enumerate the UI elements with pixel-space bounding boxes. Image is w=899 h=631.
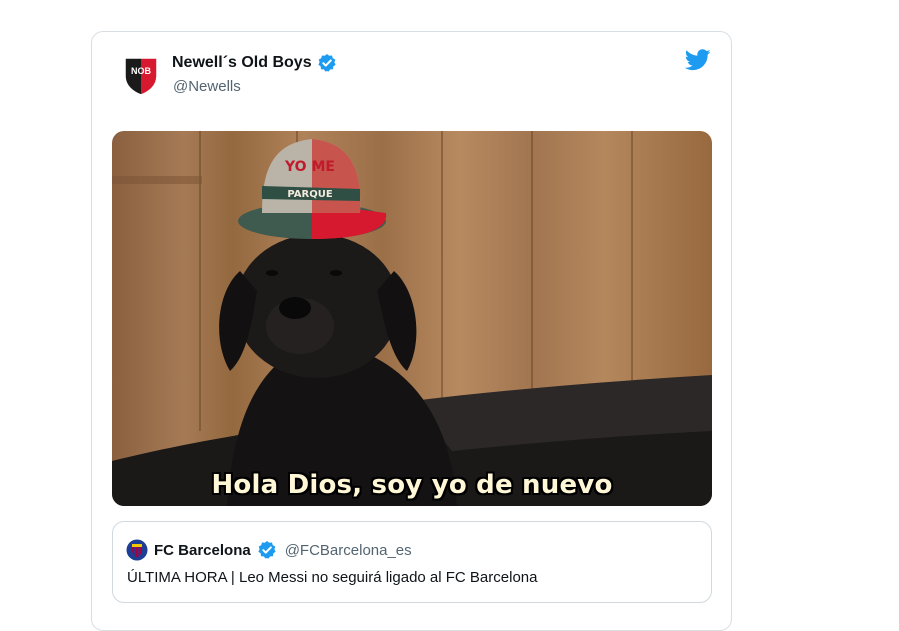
quoted-tweet-card[interactable]: FC Barcelona @FCBarcelona_es ÚLTIMA HORA…	[112, 521, 712, 603]
tweet-card[interactable]: NOB Newell´s Old Boys @Newells YO ME PAR…	[91, 31, 732, 631]
quoted-author-name[interactable]: FC Barcelona	[154, 542, 251, 559]
svg-text:YO ME: YO ME	[284, 159, 335, 175]
verified-badge-icon	[257, 540, 277, 560]
tweet-media-gif[interactable]: YO ME PARQUE Hola Dios, soy yo de nuevo	[112, 131, 712, 506]
verified-badge-icon	[317, 53, 337, 73]
author-handle[interactable]: @Newells	[173, 78, 241, 95]
author-name[interactable]: Newell´s Old Boys	[172, 53, 337, 73]
author-name-label: Newell´s Old Boys	[172, 54, 312, 71]
dog-meme-image: YO ME PARQUE	[112, 131, 712, 506]
meme-caption: Hola Dios, soy yo de nuevo	[211, 470, 613, 500]
quoted-tweet-header: FC Barcelona @FCBarcelona_es	[126, 539, 412, 561]
fc-barcelona-crest-icon[interactable]	[126, 539, 148, 561]
svg-text:PARQUE: PARQUE	[287, 189, 332, 200]
crest-text: NOB	[131, 66, 151, 76]
newells-crest-icon[interactable]: NOB	[122, 54, 160, 96]
quoted-author-handle[interactable]: @FCBarcelona_es	[285, 542, 412, 559]
quoted-tweet-text: ÚLTIMA HORA | Leo Messi no seguirá ligad…	[127, 569, 538, 586]
twitter-bird-icon[interactable]	[684, 49, 711, 71]
